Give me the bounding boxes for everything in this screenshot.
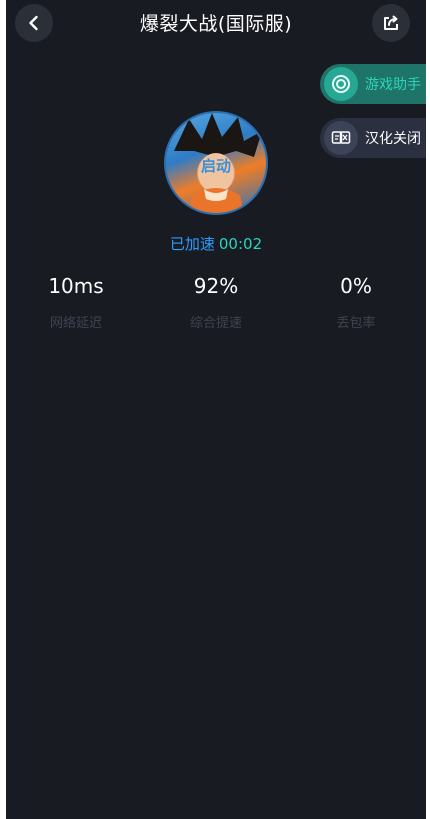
assistant-ring-icon [324, 67, 358, 101]
accelerator-screen: 爆裂大战(国际服) 游戏助手 汉化关闭 启动 已加速 00:02 10ms 网络… [6, 0, 426, 819]
back-button[interactable] [15, 4, 53, 42]
stat-value: 0% [340, 274, 372, 298]
game-assistant-label: 游戏助手 [365, 77, 421, 93]
localization-label: 汉化关闭 [365, 131, 421, 147]
stat-latency: 10ms 网络延迟 [16, 274, 136, 331]
stat-value: 92% [193, 274, 239, 298]
header: 爆裂大战(国际服) [6, 0, 426, 46]
page-title: 爆裂大战(国际服) [139, 13, 293, 35]
acceleration-status: 已加速 00:02 [6, 233, 426, 254]
localization-toggle-button[interactable]: 汉化关闭 [320, 118, 426, 158]
accelerated-time: 00:02 [218, 235, 263, 253]
accelerated-label: 已加速 [169, 235, 215, 253]
stat-value: 10ms [48, 274, 104, 298]
share-icon [384, 15, 398, 30]
chevron-left-icon [29, 15, 38, 31]
share-button[interactable] [372, 4, 410, 42]
stat-label: 丢包率 [336, 316, 376, 331]
stat-label: 综合提速 [189, 316, 242, 331]
game-assistant-button[interactable]: 游戏助手 [320, 64, 426, 104]
launch-label: 启动 [200, 157, 231, 175]
stat-label: 网络延迟 [49, 316, 102, 331]
stat-packet-loss: 0% 丢包率 [296, 274, 416, 331]
translate-icon [324, 121, 358, 155]
game-launch-avatar[interactable]: 启动 [164, 111, 268, 215]
stat-speedup: 92% 综合提速 [156, 274, 276, 331]
